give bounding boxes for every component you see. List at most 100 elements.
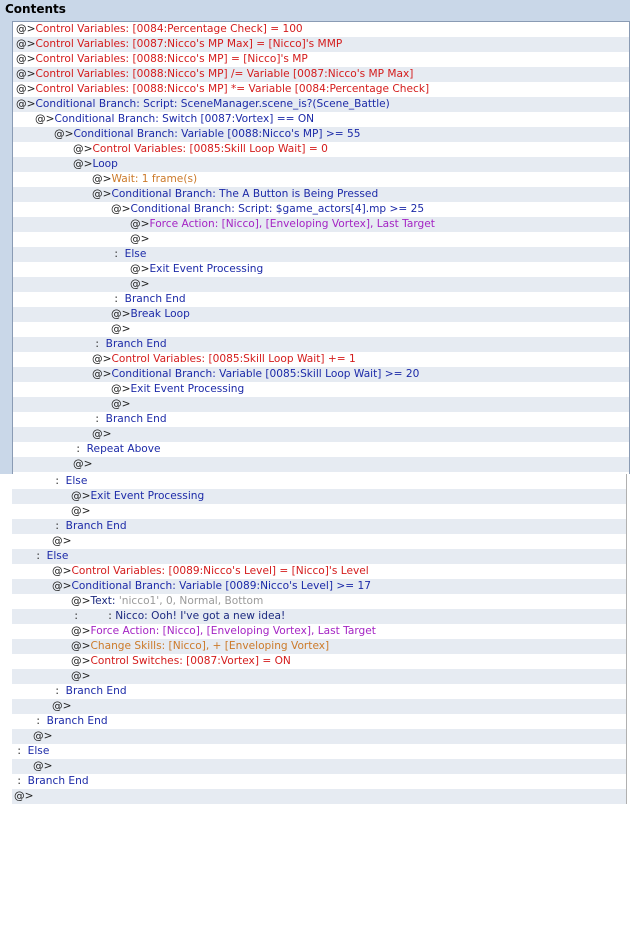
- command-prefix: @>: [130, 263, 150, 275]
- event-command-row[interactable]: : Repeat Above: [13, 442, 629, 457]
- event-command-row[interactable]: : : Nicco: Ooh! I've got a new idea!: [12, 609, 626, 624]
- command-prefix: @>: [16, 38, 36, 50]
- event-command-row[interactable]: @>Break Loop: [13, 307, 629, 322]
- command-text: Else: [65, 475, 88, 487]
- event-command-row[interactable]: @>: [12, 759, 626, 774]
- command-text: Branch End: [105, 338, 167, 350]
- command-text: Control Variables: [0085:Skill Loop Wait…: [92, 143, 328, 155]
- event-command-row[interactable]: @>: [13, 397, 629, 412]
- command-prefix: :: [111, 248, 125, 260]
- event-command-row[interactable]: : Branch End: [13, 337, 629, 352]
- event-command-row[interactable]: @>: [12, 789, 626, 804]
- event-command-row[interactable]: @>Control Variables: [0084:Percentage Ch…: [13, 22, 629, 37]
- command-text: Control Switches: [0087:Vortex] = ON: [90, 655, 291, 667]
- event-command-list-continued[interactable]: : Else @>Exit Event Processing @> : Branch…: [12, 474, 627, 804]
- command-prefix: @>: [71, 595, 91, 607]
- command-text: Conditional Branch: Variable [0085:Skill…: [111, 368, 420, 380]
- command-prefix: @>: [52, 565, 72, 577]
- command-text: Nicco: Ooh! I've got a new idea!: [115, 610, 286, 622]
- event-command-row[interactable]: @>: [12, 699, 626, 714]
- command-text: Exit Event Processing: [130, 383, 245, 395]
- event-command-row[interactable]: @>Control Variables: [0085:Skill Loop Wa…: [13, 142, 629, 157]
- event-command-row[interactable]: @>: [13, 277, 629, 292]
- command-text: 'nicco1', 0, Normal, Bottom: [118, 595, 264, 607]
- event-command-row[interactable]: @>Loop: [13, 157, 629, 172]
- command-text: Repeat Above: [86, 443, 161, 455]
- event-command-row[interactable]: @>Control Variables: [0088:Nicco's MP] =…: [13, 52, 629, 67]
- event-command-row[interactable]: @>: [13, 427, 629, 442]
- event-command-row[interactable]: : Else: [12, 744, 626, 759]
- event-command-row[interactable]: @>Text: 'nicco1', 0, Normal, Bottom: [12, 594, 626, 609]
- command-text: Else: [124, 248, 147, 260]
- event-command-row[interactable]: : Branch End: [13, 292, 629, 307]
- event-command-row[interactable]: : Branch End: [12, 774, 626, 789]
- command-text: Control Variables: [0088:Nicco's MP] = […: [35, 53, 308, 65]
- event-command-row[interactable]: @>: [12, 669, 626, 684]
- command-prefix: @>: [111, 203, 131, 215]
- command-text: Conditional Branch: Switch [0087:Vortex]…: [54, 113, 315, 125]
- command-prefix: @>: [92, 188, 112, 200]
- command-prefix: @>: [130, 233, 150, 245]
- event-command-row[interactable]: @>Exit Event Processing: [12, 489, 626, 504]
- event-command-row[interactable]: @>: [12, 504, 626, 519]
- command-text: Control Variables: [0089:Nicco's Level] …: [71, 565, 369, 577]
- event-command-row[interactable]: : Branch End: [12, 714, 626, 729]
- command-prefix: @>: [71, 670, 91, 682]
- command-prefix: :: [14, 775, 28, 787]
- command-text: Conditional Branch: Variable [0089:Nicco…: [71, 580, 371, 592]
- command-text: Control Variables: [0087:Nicco's MP Max]…: [35, 38, 343, 50]
- command-text: Branch End: [65, 685, 127, 697]
- event-command-row[interactable]: @>Conditional Branch: Script: SceneManag…: [13, 97, 629, 112]
- event-command-row[interactable]: : Branch End: [12, 684, 626, 699]
- command-prefix: :: [73, 443, 87, 455]
- command-text: Conditional Branch: Script: SceneManager…: [35, 98, 390, 110]
- command-prefix: @>: [71, 490, 91, 502]
- event-command-row[interactable]: @>Exit Event Processing: [13, 262, 629, 277]
- event-command-row[interactable]: @>Conditional Branch: Switch [0087:Vorte…: [13, 112, 629, 127]
- event-command-row[interactable]: @>Conditional Branch: Script: $game_acto…: [13, 202, 629, 217]
- event-command-row[interactable]: @>: [12, 534, 626, 549]
- command-prefix: @>: [33, 760, 53, 772]
- event-command-row[interactable]: @>Wait: 1 frame(s): [13, 172, 629, 187]
- command-prefix: @>: [71, 640, 91, 652]
- event-command-row[interactable]: @>Change Skills: [Nicco], + [Enveloping …: [12, 639, 626, 654]
- event-command-row[interactable]: @>Conditional Branch: The A Button is Be…: [13, 187, 629, 202]
- command-prefix: @>: [73, 158, 93, 170]
- command-prefix: :: [33, 550, 47, 562]
- event-command-row[interactable]: @>: [13, 457, 629, 472]
- event-command-row[interactable]: : Else: [13, 247, 629, 262]
- command-prefix: @>: [73, 143, 93, 155]
- event-command-row[interactable]: @>: [13, 232, 629, 247]
- event-command-row[interactable]: @>Force Action: [Nicco], [Enveloping Vor…: [13, 217, 629, 232]
- event-command-row[interactable]: @>Conditional Branch: Variable [0085:Ski…: [13, 367, 629, 382]
- event-command-row[interactable]: @>Exit Event Processing: [13, 382, 629, 397]
- event-command-row[interactable]: : Branch End: [13, 412, 629, 427]
- event-command-row[interactable]: @>Control Variables: [0088:Nicco's MP] *…: [13, 82, 629, 97]
- event-command-row[interactable]: @>Conditional Branch: Variable [0089:Nic…: [12, 579, 626, 594]
- event-command-row[interactable]: @>: [13, 322, 629, 337]
- event-command-row[interactable]: : Else: [12, 474, 626, 489]
- event-command-list[interactable]: @>Control Variables: [0084:Percentage Ch…: [12, 21, 630, 474]
- event-command-row[interactable]: : Else: [12, 549, 626, 564]
- event-command-row[interactable]: @>Control Variables: [0085:Skill Loop Wa…: [13, 352, 629, 367]
- command-text: Wait: 1 frame(s): [111, 173, 198, 185]
- panel-title: Contents: [5, 2, 66, 16]
- event-command-row[interactable]: @>: [12, 729, 626, 744]
- command-prefix: @>: [92, 173, 112, 185]
- command-prefix: :: [14, 745, 28, 757]
- command-text: Conditional Branch: The A Button is Bein…: [111, 188, 379, 200]
- event-command-row[interactable]: @>Control Variables: [0089:Nicco's Level…: [12, 564, 626, 579]
- command-text: Branch End: [124, 293, 186, 305]
- command-prefix: @>: [71, 625, 91, 637]
- command-prefix: @>: [111, 383, 131, 395]
- command-prefix: @>: [71, 655, 91, 667]
- command-prefix: @>: [14, 790, 34, 802]
- event-command-row[interactable]: @>Control Variables: [0088:Nicco's MP] /…: [13, 67, 629, 82]
- command-text: Branch End: [65, 520, 127, 532]
- event-command-row[interactable]: @>Control Variables: [0087:Nicco's MP Ma…: [13, 37, 629, 52]
- command-text: Conditional Branch: Script: $game_actors…: [130, 203, 425, 215]
- event-command-row[interactable]: : Branch End: [12, 519, 626, 534]
- event-command-row[interactable]: @>Force Action: [Nicco], [Enveloping Vor…: [12, 624, 626, 639]
- event-command-row[interactable]: @>Control Switches: [0087:Vortex] = ON: [12, 654, 626, 669]
- event-command-row[interactable]: @>Conditional Branch: Variable [0088:Nic…: [13, 127, 629, 142]
